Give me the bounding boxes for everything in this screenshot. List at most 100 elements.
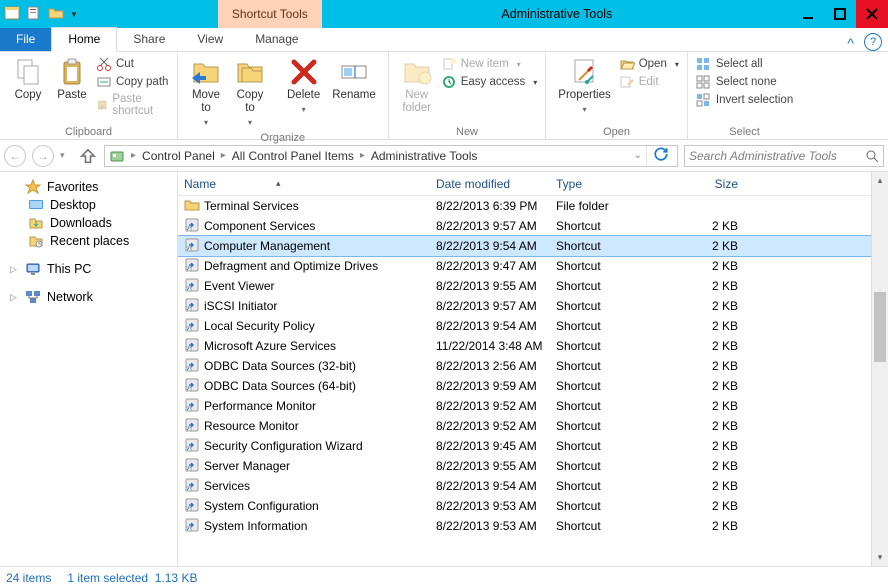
file-type: Shortcut xyxy=(556,459,676,473)
edit-button[interactable]: Edit xyxy=(617,74,681,90)
window-controls xyxy=(792,0,888,28)
dropdown-icon[interactable]: ⌄ xyxy=(630,150,646,161)
paste-shortcut-button[interactable]: Paste shortcut xyxy=(94,92,171,118)
file-size: 2 KB xyxy=(676,319,746,333)
breadcrumb[interactable]: ▸ Control Panel ▸ All Control Panel Item… xyxy=(104,145,678,167)
table-row[interactable]: ODBC Data Sources (32-bit)8/22/2013 2:56… xyxy=(178,356,871,376)
tab-file[interactable]: File xyxy=(0,28,51,51)
tab-view[interactable]: View xyxy=(181,28,239,51)
contextual-tab-shortcut-tools[interactable]: Shortcut Tools xyxy=(218,0,322,28)
search-input[interactable]: Search Administrative Tools xyxy=(684,145,884,167)
copy-button[interactable]: Copy xyxy=(6,54,50,104)
chevron-right-icon[interactable]: ▷ xyxy=(10,264,19,275)
table-row[interactable]: Event Viewer8/22/2013 9:55 AMShortcut2 K… xyxy=(178,276,871,296)
tab-home[interactable]: Home xyxy=(51,27,117,52)
column-type[interactable]: Type xyxy=(556,177,676,191)
nav-this-pc[interactable]: ▷ This PC xyxy=(0,260,177,278)
up-button[interactable] xyxy=(78,146,98,166)
crumb-all-items[interactable]: All Control Panel Items xyxy=(230,149,356,163)
file-type: Shortcut xyxy=(556,299,676,313)
chevron-right-icon[interactable]: ▸ xyxy=(217,150,230,161)
chevron-right-icon[interactable]: ▸ xyxy=(356,150,369,161)
file-name: iSCSI Initiator xyxy=(204,299,277,313)
select-all-button[interactable]: Select all xyxy=(694,56,795,72)
crumb-control-panel[interactable]: Control Panel xyxy=(140,149,217,163)
chevron-right-icon[interactable]: ▸ xyxy=(127,150,140,161)
close-button[interactable] xyxy=(856,0,888,28)
back-button[interactable]: ← xyxy=(4,145,26,167)
tab-share[interactable]: Share xyxy=(117,28,181,51)
history-dropdown-icon[interactable]: ▾ xyxy=(60,150,72,161)
table-row[interactable]: Terminal Services8/22/2013 6:39 PMFile f… xyxy=(178,196,871,216)
nav-downloads[interactable]: Downloads xyxy=(0,214,177,232)
table-row[interactable]: Local Security Policy8/22/2013 9:54 AMSh… xyxy=(178,316,871,336)
forward-button[interactable]: → xyxy=(32,145,54,167)
table-row[interactable]: iSCSI Initiator8/22/2013 9:57 AMShortcut… xyxy=(178,296,871,316)
properties-button[interactable]: Properties▾ xyxy=(552,54,616,118)
file-date: 11/22/2014 3:48 AM xyxy=(436,339,556,353)
table-row[interactable]: ODBC Data Sources (64-bit)8/22/2013 9:59… xyxy=(178,376,871,396)
shortcut-icon xyxy=(184,517,200,536)
qat-dropdown-icon[interactable]: ▼ xyxy=(70,10,78,19)
navigation-pane: Favorites Desktop Downloads Recent place… xyxy=(0,172,178,566)
qat-new-folder-icon[interactable] xyxy=(48,5,64,24)
scroll-thumb[interactable] xyxy=(874,292,886,362)
collapse-ribbon-icon[interactable]: ^ xyxy=(837,35,864,51)
ribbon: Copy Paste Cut Copy path Paste shortcut … xyxy=(0,52,888,140)
help-button[interactable]: ? xyxy=(864,33,882,51)
copy-path-button[interactable]: Copy path xyxy=(94,74,171,90)
move-to-button[interactable]: Move to▾ xyxy=(184,54,228,131)
refresh-button[interactable] xyxy=(646,146,675,165)
qat-properties-icon[interactable] xyxy=(26,5,42,24)
nav-desktop[interactable]: Desktop xyxy=(0,196,177,214)
group-label: Open xyxy=(552,125,681,139)
select-none-button[interactable]: Select none xyxy=(694,74,795,90)
file-type: Shortcut xyxy=(556,479,676,493)
chevron-right-icon[interactable]: ▷ xyxy=(10,292,19,303)
easy-access-button[interactable]: Easy access▾ xyxy=(439,74,540,90)
file-list: Name▴ Date modified Type Size Terminal S… xyxy=(178,172,871,566)
maximize-button[interactable] xyxy=(824,0,856,28)
column-date[interactable]: Date modified xyxy=(436,177,556,191)
column-name[interactable]: Name▴ xyxy=(178,177,436,191)
table-row[interactable]: Defragment and Optimize Drives8/22/2013 … xyxy=(178,256,871,276)
shortcut-icon xyxy=(184,477,200,496)
group-label: Select xyxy=(694,125,795,139)
table-row[interactable]: System Configuration8/22/2013 9:53 AMSho… xyxy=(178,496,871,516)
paste-button[interactable]: Paste xyxy=(50,54,94,104)
copy-to-button[interactable]: Copy to▾ xyxy=(228,54,272,131)
vertical-scrollbar[interactable]: ▴ ▾ xyxy=(871,172,888,566)
file-name: Event Viewer xyxy=(204,279,274,293)
delete-button[interactable]: Delete▾ xyxy=(281,54,326,118)
title-bar: ▼ Shortcut Tools Administrative Tools xyxy=(0,0,888,28)
table-row[interactable]: Server Manager8/22/2013 9:55 AMShortcut2… xyxy=(178,456,871,476)
crumb-admin-tools[interactable]: Administrative Tools xyxy=(369,149,480,163)
invert-selection-button[interactable]: Invert selection xyxy=(694,92,795,108)
column-size[interactable]: Size xyxy=(676,177,746,191)
open-button[interactable]: Open▾ xyxy=(617,56,681,72)
nav-recent-places[interactable]: Recent places xyxy=(0,232,177,250)
table-row[interactable]: Services8/22/2013 9:54 AMShortcut2 KB xyxy=(178,476,871,496)
scroll-up-icon[interactable]: ▴ xyxy=(872,172,888,189)
scroll-down-icon[interactable]: ▾ xyxy=(872,549,888,566)
new-item-button[interactable]: New item▾ xyxy=(439,56,540,72)
table-row[interactable]: Component Services8/22/2013 9:57 AMShort… xyxy=(178,216,871,236)
nav-network[interactable]: ▷ Network xyxy=(0,288,177,306)
group-label: New xyxy=(395,125,540,139)
table-row[interactable]: System Information8/22/2013 9:53 AMShort… xyxy=(178,516,871,536)
nav-favorites[interactable]: Favorites xyxy=(0,178,177,196)
table-row[interactable]: Computer Management8/22/2013 9:54 AMShor… xyxy=(178,236,871,256)
table-row[interactable]: Resource Monitor8/22/2013 9:52 AMShortcu… xyxy=(178,416,871,436)
address-bar-row: ← → ▾ ▸ Control Panel ▸ All Control Pane… xyxy=(0,140,888,172)
rename-button[interactable]: Rename xyxy=(326,54,381,104)
table-row[interactable]: Microsoft Azure Services11/22/2014 3:48 … xyxy=(178,336,871,356)
file-date: 8/22/2013 9:54 AM xyxy=(436,479,556,493)
tab-manage[interactable]: Manage xyxy=(239,28,314,51)
ribbon-group-clipboard: Copy Paste Cut Copy path Paste shortcut … xyxy=(0,52,178,139)
minimize-button[interactable] xyxy=(792,0,824,28)
table-row[interactable]: Security Configuration Wizard8/22/2013 9… xyxy=(178,436,871,456)
cut-button[interactable]: Cut xyxy=(94,56,171,72)
table-row[interactable]: Performance Monitor8/22/2013 9:52 AMShor… xyxy=(178,396,871,416)
file-type: Shortcut xyxy=(556,259,676,273)
new-folder-button[interactable]: New folder xyxy=(395,54,439,117)
